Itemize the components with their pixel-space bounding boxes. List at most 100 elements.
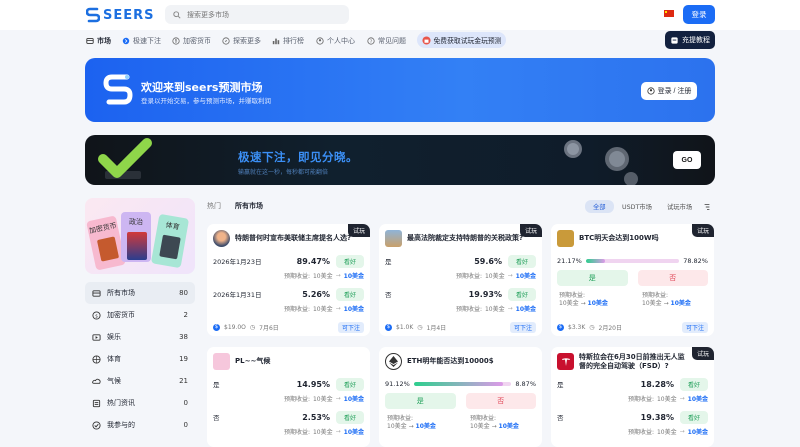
nav-item-profile[interactable]: 个人中心 bbox=[316, 36, 355, 46]
category-sports[interactable]: 体育 19 bbox=[85, 348, 195, 370]
category-crypto[interactable]: $ 加密货币 2 bbox=[85, 304, 195, 326]
expected-earnings: 预期收益: 10美金 → 10美金 bbox=[213, 394, 364, 403]
svg-text:$: $ bbox=[95, 313, 98, 319]
bet-button[interactable]: 看好 bbox=[680, 410, 708, 424]
dollar-icon: $ bbox=[385, 323, 392, 331]
earn-label: 预期收益: bbox=[627, 396, 654, 403]
category-entertainment[interactable]: 娱乐 38 bbox=[85, 326, 195, 348]
expected-earnings: 预期收益: 10美金 → 10美金 bbox=[557, 427, 708, 436]
yes-button[interactable]: 是 bbox=[557, 270, 628, 286]
expected-earnings-no: 预期收益: 10美金 → 10美金 bbox=[470, 415, 519, 431]
recharge-label: 充提教程 bbox=[682, 36, 710, 44]
earn-win: 10美金 bbox=[343, 306, 364, 313]
bet-button[interactable]: 看好 bbox=[508, 287, 536, 301]
bet-button[interactable]: 看好 bbox=[336, 287, 364, 301]
earn-stake: 10美金 bbox=[312, 396, 333, 403]
speed-bet-banner[interactable]: 极速下注，即见分晓。 输赢就在这一秒，每秒都可能翻倍 GO bbox=[85, 135, 715, 185]
card-title: ETH明年能否达到10000$ bbox=[407, 357, 494, 365]
arrow-icon: → bbox=[335, 305, 341, 312]
card-header: ETH明年能否达到10000$ bbox=[385, 353, 536, 370]
arrow-icon: → bbox=[408, 423, 414, 430]
no-button[interactable]: 否 bbox=[637, 270, 708, 286]
recharge-tutorial-button[interactable]: 充提教程 bbox=[665, 31, 715, 49]
nav-label: 市场 bbox=[97, 37, 111, 45]
option-label: 是 bbox=[213, 381, 220, 389]
bet-button[interactable]: 看好 bbox=[508, 254, 536, 268]
option-percent: 89.47% bbox=[296, 256, 330, 266]
market-card[interactable]: PL~~气候 是 14.95% 看好 预期收益: 10美金 → 10美金 否 2.53… bbox=[207, 347, 370, 447]
market-card[interactable]: 试玩 BTC明天会达到100W吗 21.17% 78.82% 是 否 预期收益:… bbox=[551, 224, 714, 336]
nav-label: 极速下注 bbox=[133, 37, 161, 45]
tab-hot[interactable]: 热门 bbox=[207, 201, 221, 213]
tesla-glyph-icon bbox=[561, 357, 570, 366]
earn-label: 预期收益: bbox=[283, 273, 310, 280]
sort-icon[interactable] bbox=[703, 203, 711, 211]
earn-label: 预期收益: bbox=[559, 292, 586, 299]
category-count: 2 bbox=[183, 311, 188, 319]
probability-track bbox=[585, 259, 680, 263]
market-icon bbox=[86, 38, 94, 44]
clock-icon: ◷ bbox=[589, 323, 595, 331]
compass-icon bbox=[222, 37, 230, 45]
login-button[interactable]: 登录 bbox=[683, 5, 715, 24]
category-news[interactable]: 热门资讯 0 bbox=[85, 392, 195, 414]
market-card[interactable]: 试玩 特朗普何时宣布美联储主席提名人选? 2026年1月23日 89.47% 看… bbox=[207, 224, 370, 336]
nav-item-faq[interactable]: ? 常见问题 bbox=[367, 36, 406, 46]
earn-win: 10美金 bbox=[343, 273, 364, 280]
arrow-icon: → bbox=[679, 395, 685, 402]
earn-label: 预期收益: bbox=[283, 396, 310, 403]
market-tabs: 热门 所有市场 bbox=[207, 201, 263, 213]
option-row: 是 14.95% 看好 bbox=[213, 377, 364, 391]
go-button[interactable]: GO bbox=[673, 151, 701, 169]
search-input[interactable] bbox=[187, 10, 337, 19]
earn-stake: 10美金 bbox=[312, 429, 333, 436]
arrow-icon: → bbox=[335, 428, 341, 435]
category-participated[interactable]: 我参与的 0 bbox=[85, 414, 195, 436]
market-card[interactable]: ETH明年能否达到10000$ 91.12% 8.87% 是 否 预期收益: 1… bbox=[379, 347, 542, 447]
brand-logo[interactable]: SEERS bbox=[86, 6, 155, 24]
filter-usdt[interactable]: USDT市场 bbox=[614, 200, 660, 213]
earn-stake: 10美金 bbox=[559, 300, 579, 307]
nav-item-crypto[interactable]: B 加密货币 bbox=[172, 36, 211, 46]
bet-button[interactable]: 看好 bbox=[336, 377, 364, 391]
svg-text:B: B bbox=[175, 39, 178, 44]
sports-icon bbox=[92, 354, 101, 364]
nav-item-market[interactable]: 市场 bbox=[86, 36, 111, 46]
expected-earnings: 预期收益: 10美金 → 10美金 bbox=[213, 427, 364, 436]
probability-fill bbox=[413, 382, 503, 386]
expected-earnings: 预期收益: 10美金 → 10美金 bbox=[385, 271, 536, 280]
nav-item-ranking[interactable]: 排行榜 bbox=[272, 36, 304, 46]
filter-trial[interactable]: 试玩市场 bbox=[659, 200, 700, 213]
card-date: 7月6日 bbox=[259, 324, 279, 332]
bet-button[interactable]: 看好 bbox=[336, 410, 364, 424]
no-button[interactable]: 否 bbox=[465, 393, 536, 409]
yes-percent: 21.17% bbox=[557, 257, 582, 265]
filter-all[interactable]: 全部 bbox=[585, 200, 614, 213]
free-trial-promo-button[interactable]: 免费获取试玩金玩预测 bbox=[417, 32, 506, 48]
option-percent: 2.53% bbox=[302, 412, 330, 422]
option-row: 否 19.93% 看好 bbox=[385, 287, 536, 301]
nav-item-speed-bet[interactable]: 极速下注 bbox=[122, 36, 161, 46]
bet-button[interactable]: 看好 bbox=[336, 254, 364, 268]
search-box[interactable] bbox=[165, 5, 349, 24]
arrow-icon: → bbox=[507, 272, 513, 279]
card-thumbnail bbox=[385, 230, 402, 247]
bettable-badge: 可下注 bbox=[337, 321, 364, 333]
china-flag-icon[interactable] bbox=[664, 10, 674, 17]
probability-track bbox=[413, 382, 512, 386]
category-count: 38 bbox=[179, 333, 188, 341]
nav-item-explore[interactable]: 探索更多 bbox=[222, 36, 261, 46]
market-card[interactable]: 试玩 特斯拉会在6月30日前推出无人监督的完全自动驾驶（FSD）? 是 18.2… bbox=[551, 347, 714, 447]
tab-all-markets[interactable]: 所有市场 bbox=[235, 201, 263, 213]
arrow-icon: → bbox=[663, 300, 669, 307]
card-title: PL~~气候 bbox=[235, 357, 271, 365]
market-card[interactable]: 试玩 最高法院裁定支持特朗普的关税政策? 是 59.6% 看好 预期收益: 10美… bbox=[379, 224, 542, 336]
login-register-button[interactable]: 登录 / 注册 bbox=[641, 82, 697, 100]
category-all-markets[interactable]: 所有市场 80 bbox=[85, 282, 195, 304]
category-climate[interactable]: 气候 21 bbox=[85, 370, 195, 392]
bet-button[interactable]: 看好 bbox=[680, 377, 708, 391]
yes-button[interactable]: 是 bbox=[385, 393, 456, 409]
user-circle-icon bbox=[646, 87, 655, 95]
category-count: 21 bbox=[179, 377, 188, 385]
expected-earnings-yes: 预期收益: 10美金 → 10美金 bbox=[387, 415, 436, 431]
